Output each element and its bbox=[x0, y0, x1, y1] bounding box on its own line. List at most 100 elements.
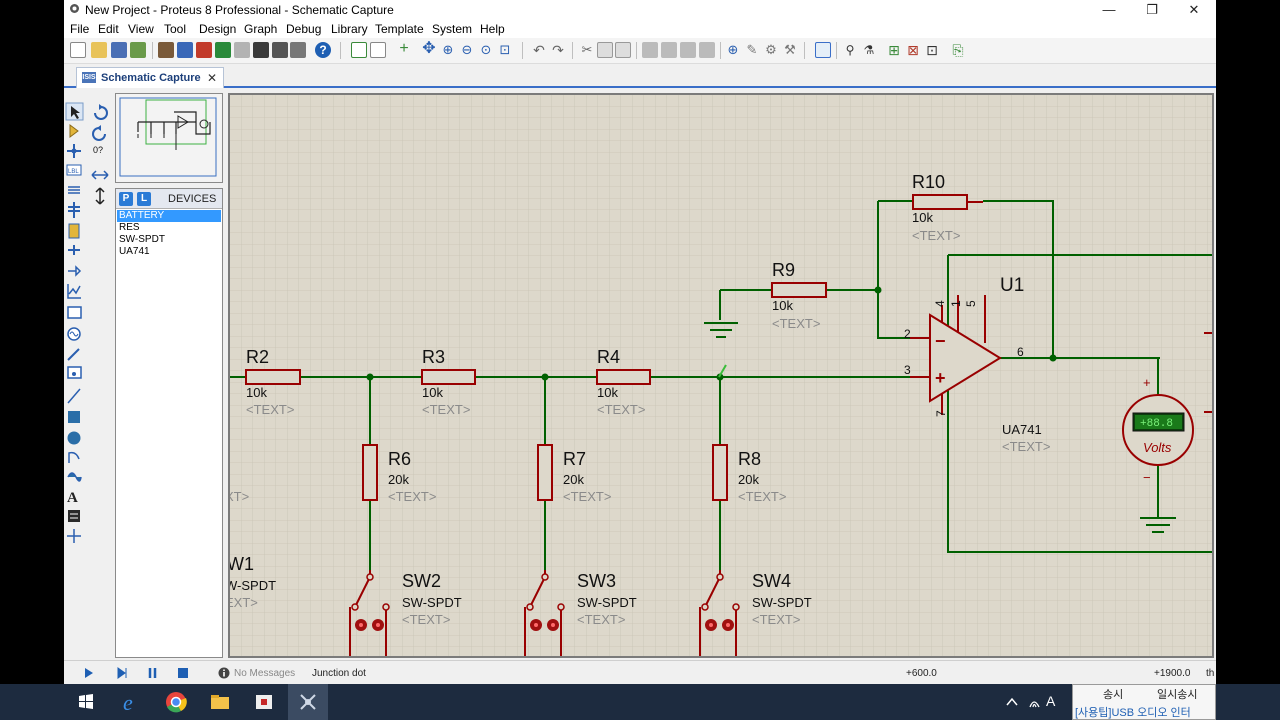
tray-overflow-icon[interactable] bbox=[1006, 697, 1018, 706]
chrome-icon[interactable] bbox=[162, 688, 190, 716]
virtual-instruments-mode-icon[interactable] bbox=[67, 366, 82, 379]
rotate-clockwise-icon[interactable] bbox=[94, 104, 108, 120]
zoom-in-icon[interactable]: ⊕ bbox=[440, 42, 456, 58]
resistor-r4[interactable] bbox=[596, 369, 651, 385]
menu-graph[interactable]: Graph bbox=[244, 22, 277, 36]
path-draw-icon[interactable] bbox=[67, 472, 82, 482]
network-icon[interactable] bbox=[1029, 701, 1040, 708]
tab-close-icon[interactable]: ✕ bbox=[207, 71, 217, 85]
make-device-icon[interactable]: ✎ bbox=[744, 42, 760, 58]
marker-draw-icon[interactable] bbox=[67, 529, 81, 543]
menu-file[interactable]: File bbox=[70, 22, 89, 36]
wire-autorouter-icon[interactable] bbox=[815, 42, 831, 58]
resistor-r9[interactable] bbox=[771, 282, 827, 298]
pick-device-icon[interactable]: ⊕ bbox=[725, 42, 741, 58]
zoom-all-icon[interactable]: ⊙ bbox=[478, 42, 494, 58]
ime-option-2[interactable]: 일시송시 bbox=[1157, 686, 1197, 702]
device-pins-mode-icon[interactable] bbox=[68, 265, 82, 277]
zoom-out-icon[interactable]: ⊖ bbox=[459, 42, 475, 58]
grid-toggle-icon[interactable] bbox=[370, 42, 386, 58]
menu-design[interactable]: Design bbox=[199, 22, 236, 36]
line-draw-icon[interactable] bbox=[67, 388, 81, 404]
schematic-icon[interactable] bbox=[177, 42, 193, 58]
menu-help[interactable]: Help bbox=[480, 22, 505, 36]
bom-icon[interactable] bbox=[253, 42, 269, 58]
selection-mode-icon[interactable] bbox=[65, 102, 84, 121]
ime-mode-indicator[interactable]: A bbox=[1046, 693, 1055, 709]
dc-voltmeter[interactable]: +88.8 Volts bbox=[1122, 394, 1194, 466]
library-manager-button[interactable]: L bbox=[137, 192, 151, 206]
mirror-x-icon[interactable] bbox=[91, 170, 109, 180]
device-item-ua741[interactable]: UA741 bbox=[117, 246, 221, 258]
open-folder-icon[interactable] bbox=[91, 42, 107, 58]
tape-recorder-mode-icon[interactable] bbox=[67, 306, 82, 319]
stop-icon[interactable] bbox=[178, 668, 188, 678]
block-delete-icon[interactable] bbox=[699, 42, 715, 58]
junction-dot[interactable] bbox=[366, 373, 374, 381]
cut-icon[interactable]: ✂ bbox=[579, 42, 595, 58]
origin-icon[interactable]: + bbox=[396, 41, 412, 58]
generator-mode-icon[interactable] bbox=[67, 327, 81, 341]
resistor-r6[interactable] bbox=[362, 444, 378, 501]
junction-dot[interactable] bbox=[541, 373, 549, 381]
new-sheet-icon[interactable]: ⊞ bbox=[886, 42, 902, 58]
menu-edit[interactable]: Edit bbox=[98, 22, 119, 36]
restore-button[interactable]: ❐ bbox=[1132, 0, 1172, 20]
remove-sheet-icon[interactable]: ⊠ bbox=[905, 42, 921, 58]
block-copy-icon[interactable] bbox=[642, 42, 658, 58]
box-draw-icon[interactable] bbox=[68, 411, 80, 423]
component-mode-icon[interactable] bbox=[69, 124, 79, 138]
pause-icon[interactable] bbox=[148, 668, 157, 678]
play-icon[interactable] bbox=[85, 668, 93, 678]
device-item-battery[interactable]: BATTERY bbox=[117, 210, 221, 222]
help-icon[interactable]: ? bbox=[315, 42, 331, 58]
rotate-anticlockwise-icon[interactable] bbox=[92, 125, 106, 141]
file-explorer-icon[interactable] bbox=[206, 688, 234, 716]
packaging-tool-icon[interactable]: ⚙ bbox=[763, 42, 779, 58]
resistor-r7[interactable] bbox=[537, 444, 553, 501]
zoom-area-icon[interactable]: ⊡ bbox=[497, 42, 513, 58]
terminal-mode-icon[interactable] bbox=[68, 245, 80, 255]
block-rotate-icon[interactable] bbox=[680, 42, 696, 58]
edge-browser-icon[interactable]: e bbox=[118, 688, 146, 716]
menu-tool[interactable]: Tool bbox=[164, 22, 186, 36]
symbol-draw-icon[interactable] bbox=[68, 510, 80, 522]
overview-window[interactable] bbox=[115, 93, 223, 183]
junction-mode-icon[interactable] bbox=[67, 144, 81, 158]
property-assign-icon[interactable]: ⚗ bbox=[861, 42, 877, 58]
ime-option-1[interactable]: 송시 bbox=[1103, 686, 1123, 702]
voltage-probe-mode-icon[interactable] bbox=[67, 348, 80, 361]
tab-schematic-capture[interactable]: ISIS Schematic Capture ✕ bbox=[76, 67, 224, 88]
rotation-angle-field[interactable]: 0? bbox=[93, 145, 103, 155]
code-icon[interactable] bbox=[272, 42, 288, 58]
import-icon[interactable] bbox=[130, 42, 146, 58]
refresh-icon[interactable] bbox=[351, 42, 367, 58]
mirror-y-icon[interactable] bbox=[95, 187, 105, 205]
text-draw-icon[interactable]: A bbox=[67, 490, 78, 506]
3d-view-icon[interactable] bbox=[234, 42, 250, 58]
wire-label-mode-icon[interactable]: LBL bbox=[66, 164, 82, 176]
schematic-editing-window[interactable]: R2 R3 R4 R6 R7 R8 R9 R10 10k 10k 10k 20k… bbox=[228, 93, 1214, 658]
resistor-r8[interactable] bbox=[712, 444, 728, 501]
menu-template[interactable]: Template bbox=[375, 22, 424, 36]
home-icon[interactable] bbox=[158, 42, 174, 58]
bus-mode-icon[interactable] bbox=[68, 202, 80, 218]
pan-icon[interactable]: ✥ bbox=[421, 41, 437, 58]
proteus-taskbar-button[interactable] bbox=[288, 684, 328, 720]
menu-view[interactable]: View bbox=[128, 22, 154, 36]
device-item-sw-spdt[interactable]: SW-SPDT bbox=[117, 234, 221, 246]
text-script-mode-icon[interactable] bbox=[68, 186, 80, 194]
new-file-icon[interactable] bbox=[70, 42, 86, 58]
menu-debug[interactable]: Debug bbox=[286, 22, 321, 36]
block-move-icon[interactable] bbox=[661, 42, 677, 58]
messages-status[interactable]: No Messages bbox=[234, 668, 295, 679]
undo-icon[interactable]: ↶ bbox=[531, 42, 547, 58]
step-icon[interactable] bbox=[117, 667, 127, 679]
menu-system[interactable]: System bbox=[432, 22, 472, 36]
junction-dot[interactable] bbox=[1049, 354, 1057, 362]
gerber-icon[interactable] bbox=[215, 42, 231, 58]
graph-mode-icon[interactable] bbox=[67, 284, 81, 299]
netlist-icon[interactable] bbox=[290, 42, 306, 58]
menu-library[interactable]: Library bbox=[331, 22, 368, 36]
minimize-button[interactable]: — bbox=[1089, 0, 1129, 20]
